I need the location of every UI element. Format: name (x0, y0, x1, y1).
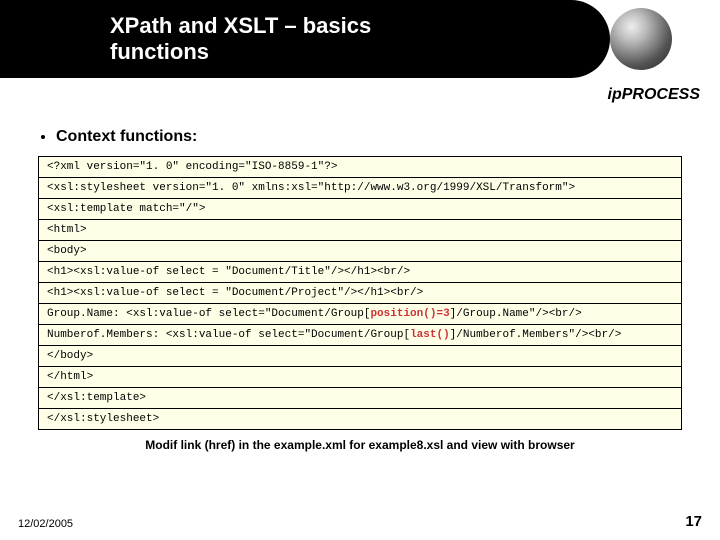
code-line: <h1><xsl:value-of select = "Document/Tit… (39, 262, 681, 283)
circuit-icon (0, 0, 100, 78)
code-line: <xsl:template match="/"> (39, 199, 681, 220)
title-line2: functions (110, 39, 209, 64)
code-line: Group.Name: <xsl:value-of select="Docume… (39, 304, 681, 325)
code-line: </body> (39, 346, 681, 367)
slide-date: 12/02/2005 (18, 518, 73, 530)
code-line: <body> (39, 241, 681, 262)
logo: ipPROCESS (608, 86, 700, 104)
code-line: <?xml version="1. 0" encoding="ISO-8859-… (39, 157, 681, 178)
code-line: </xsl:template> (39, 388, 681, 409)
code-line: <xsl:stylesheet version="1. 0" xmlns:xsl… (39, 178, 681, 199)
footer-note: Modif link (href) in the example.xml for… (38, 438, 682, 452)
page-number: 17 (685, 513, 702, 530)
highlight: last() (410, 329, 450, 341)
bullet-list: Context functions: (56, 128, 682, 146)
code-line: </xsl:stylesheet> (39, 409, 681, 429)
code-line: <html> (39, 220, 681, 241)
section-title: Context functions: (56, 128, 682, 146)
code-line: </html> (39, 367, 681, 388)
slide-content: Context functions: <?xml version="1. 0" … (0, 78, 720, 452)
logo-text: ipPROCESS (608, 86, 700, 103)
code-line: Numberof.Members: <xsl:value-of select="… (39, 325, 681, 346)
highlight: position()=3 (370, 308, 449, 320)
slide-title: XPath and XSLT – basics functions (110, 13, 371, 66)
slide-header: XPath and XSLT – basics functions (0, 0, 720, 78)
code-box: <?xml version="1. 0" encoding="ISO-8859-… (38, 156, 682, 430)
title-line1: XPath and XSLT – basics (110, 13, 371, 38)
code-line: <h1><xsl:value-of select = "Document/Pro… (39, 283, 681, 304)
sphere-decoration (610, 8, 672, 70)
